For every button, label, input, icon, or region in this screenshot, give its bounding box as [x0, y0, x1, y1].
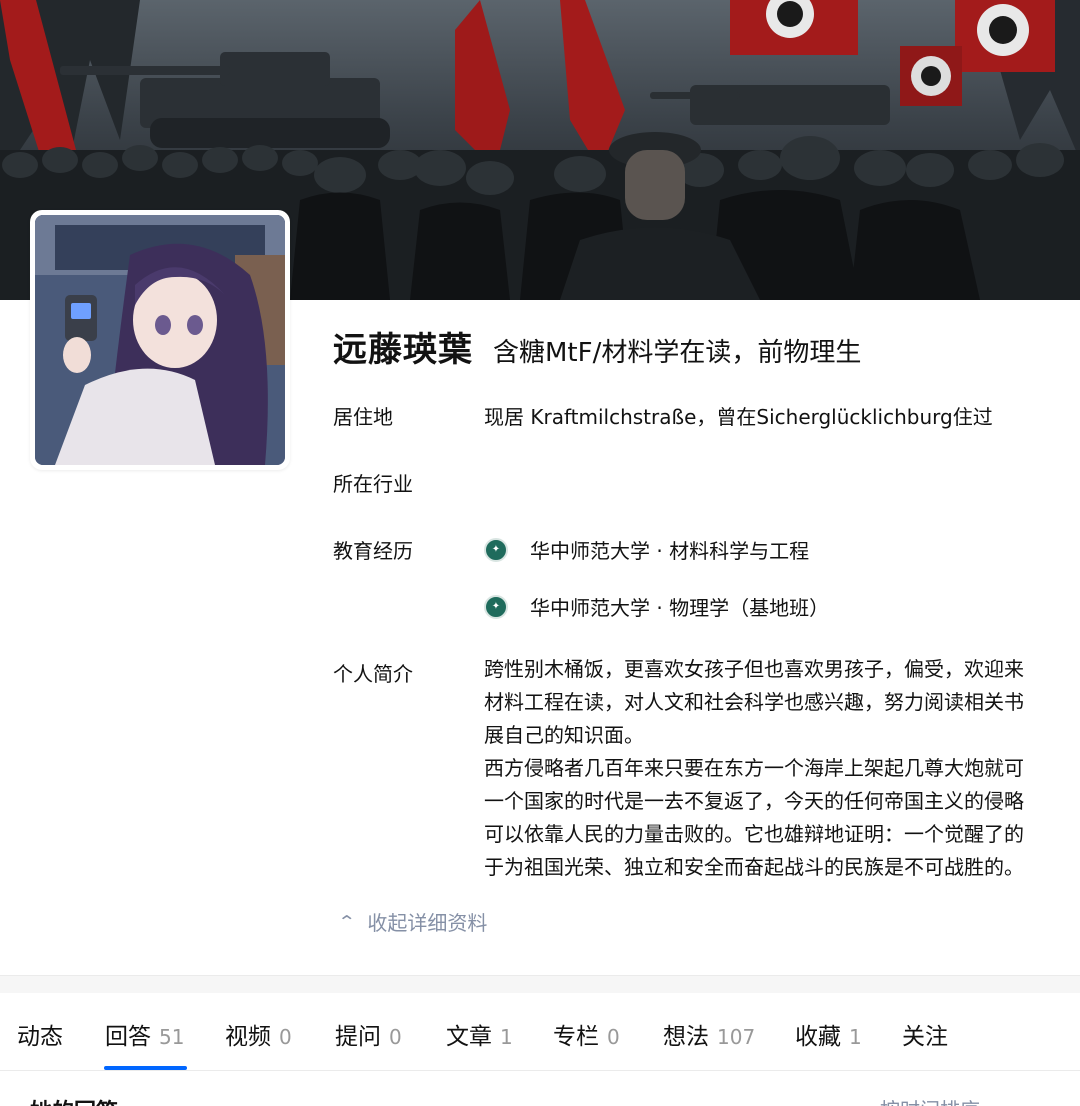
tab-label: 文章 — [446, 1024, 492, 1050]
tab-count: 51 — [159, 1025, 185, 1049]
tab-columns[interactable]: 专栏 0 — [553, 1017, 620, 1051]
tab-label: 视频 — [225, 1024, 271, 1050]
education-item[interactable]: ✦ 华中师范大学 · 物理学（基地班） — [484, 592, 829, 621]
bio-label: 个人简介 — [333, 662, 413, 686]
active-tab-indicator — [104, 1066, 187, 1070]
bio-line: 西方侵略者几百年来只要在东方一个海岸上架起几尊大炮就可 — [484, 756, 1024, 780]
bio-line: 展自己的知识面。 — [484, 723, 644, 747]
education-text: 华中师范大学 · 材料科学与工程 — [530, 539, 810, 563]
tab-label: 想法 — [663, 1024, 709, 1050]
chevron-up-icon: ⌃ — [337, 912, 357, 931]
sort-dropdown[interactable]: 按时间排序 — [880, 1094, 980, 1106]
education-text: 华中师范大学 · 物理学（基地班） — [530, 596, 830, 620]
tab-answers[interactable]: 回答 51 — [105, 1017, 184, 1051]
tab-label: 回答 — [105, 1024, 151, 1050]
profile-headline: 含糖MtF/材料学在读，前物理生 — [493, 338, 862, 368]
bio-text: 跨性别木桶饭，更喜欢女孩子但也喜欢男孩子，偏受，欢迎来 材料工程在读，对人文和社… — [484, 653, 1080, 884]
section-divider — [0, 975, 1080, 993]
tab-count: 1 — [849, 1025, 862, 1049]
university-logo-icon: ✦ — [484, 537, 508, 562]
collapse-details-button[interactable]: ⌃ 收起详细资料 — [337, 907, 488, 936]
tab-activity[interactable]: 动态 — [17, 1017, 63, 1051]
tab-label: 收藏 — [795, 1024, 841, 1050]
bio-line: 材料工程在读，对人文和社会科学也感兴趣，努力阅读相关书 — [484, 690, 1024, 714]
tab-count: 0 — [607, 1025, 620, 1049]
education-label: 教育经历 — [333, 539, 413, 563]
tab-count: 0 — [389, 1025, 402, 1049]
bio-line: 于为祖国光荣、独立和安全而奋起战斗的民族是不可战胜的。 — [484, 855, 1024, 879]
bio-line: 跨性别木桶饭，更喜欢女孩子但也喜欢男孩子，偏受，欢迎来 — [484, 657, 1024, 681]
residence-value: 现居 Kraftmilchstraße，曾在Sicherglücklichbur… — [484, 405, 993, 429]
avatar-image — [35, 215, 285, 465]
sort-label: 按时间排序 — [880, 1098, 980, 1106]
tab-collections[interactable]: 收藏 1 — [795, 1017, 862, 1051]
tab-count: 107 — [717, 1025, 756, 1049]
tab-label: 动态 — [17, 1024, 63, 1050]
residence-label: 居住地 — [333, 405, 393, 429]
industry-label: 所在行业 — [333, 472, 413, 496]
tab-label: 提问 — [335, 1024, 381, 1050]
bio-line: 可以依靠人民的力量击败的。它也雄辩地证明：一个觉醒了的 — [484, 822, 1024, 846]
tab-count: 0 — [279, 1025, 292, 1049]
tab-articles[interactable]: 文章 1 — [446, 1017, 513, 1051]
tab-label: 关注 — [902, 1024, 948, 1050]
tab-following[interactable]: 关注 — [902, 1017, 948, 1051]
collapse-label: 收起详细资料 — [367, 911, 488, 935]
tab-label: 专栏 — [553, 1024, 599, 1050]
profile-tabs: 动态 回答 51 视频 0 提问 0 文章 1 专栏 0 想法 107 收藏 1 关注 — [0, 993, 1080, 1071]
tab-videos[interactable]: 视频 0 — [225, 1017, 292, 1051]
tab-count: 1 — [500, 1025, 513, 1049]
education-item[interactable]: ✦ 华中师范大学 · 材料科学与工程 — [484, 535, 809, 564]
bio-line: 一个国家的时代是一去不复返了，今天的任何帝国主义的侵略 — [484, 789, 1024, 813]
tab-questions[interactable]: 提问 0 — [335, 1017, 402, 1051]
profile-header: 远藤瑛葉 含糖MtF/材料学在读，前物理生 — [333, 322, 861, 371]
university-logo-icon: ✦ — [484, 594, 508, 619]
tab-pins[interactable]: 想法 107 — [663, 1017, 755, 1051]
avatar[interactable] — [30, 210, 290, 470]
profile-name: 远藤瑛葉 — [333, 330, 473, 370]
answers-section-title: 她的回答 — [30, 1094, 118, 1106]
